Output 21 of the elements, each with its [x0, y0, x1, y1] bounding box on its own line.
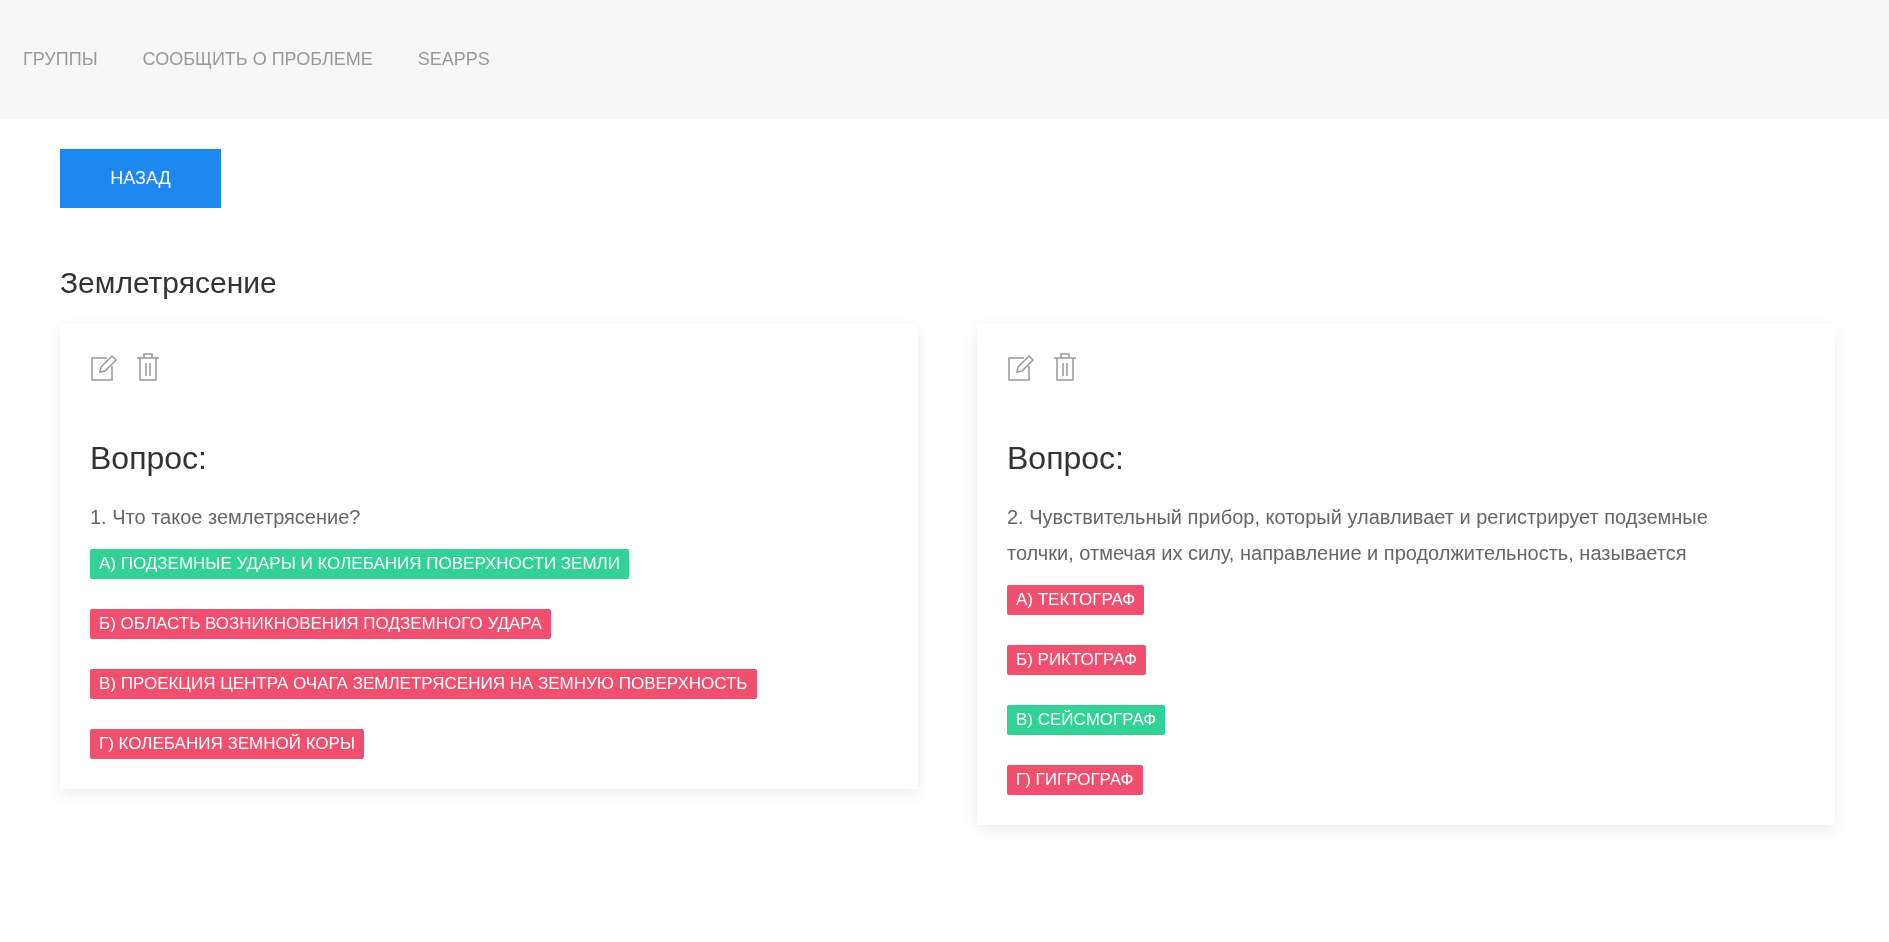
question-heading: Вопрос:: [90, 440, 208, 477]
nav-link[interactable]: ГРУППЫ: [23, 49, 98, 70]
wrong-answer-label: Г) КОЛЕБАНИЯ ЗЕМНОЙ КОРЫ: [90, 729, 364, 759]
wrong-answer-label: А) ТЕКТОГРАФ: [1007, 585, 1145, 615]
edit-icon[interactable]: [1007, 352, 1035, 382]
correct-answer-label: А) ПОДЗЕМНЫЕ УДАРЫ И КОЛЕБАНИЯ ПОВЕРХНОСТИ ЗЕМЛИ: [90, 549, 629, 579]
question-text: 1. Что такое землетрясение?: [90, 505, 362, 530]
nav-link[interactable]: SEAPPS: [417, 49, 490, 70]
question-text: 2. Чувствительный прибор, который улавливает и регистрирует подземные толчки, отмечая их силу, направление и продолжительность, называется: [1007, 505, 1709, 566]
trash-icon[interactable]: [134, 352, 162, 382]
back-button[interactable]: НАЗАД: [60, 149, 221, 208]
edit-icon[interactable]: [90, 352, 118, 382]
wrong-answer-label: В) ПРОЕКЦИЯ ЦЕНТРА ОЧАГА ЗЕМЛЕТРЯСЕНИЯ НА ЗЕМНУЮ ПОВЕРХНОСТЬ: [90, 669, 757, 699]
trash-icon[interactable]: [1051, 352, 1079, 382]
correct-answer-label: В) СЕЙСМОГРАФ: [1007, 705, 1166, 735]
nav-link[interactable]: СООБЩИТЬ О ПРОБЛЕМЕ: [142, 49, 373, 70]
wrong-answer-label: Г) ГИГРОГРАФ: [1007, 765, 1143, 795]
question-heading: Вопрос:: [1007, 440, 1125, 477]
wrong-answer-label: Б) ОБЛАСТЬ ВОЗНИКНОВЕНИЯ ПОДЗЕМНОГО УДАРА: [90, 609, 551, 639]
page-title: Землетрясение: [60, 266, 278, 300]
wrong-answer-label: Б) РИКТОГРАФ: [1007, 645, 1146, 675]
